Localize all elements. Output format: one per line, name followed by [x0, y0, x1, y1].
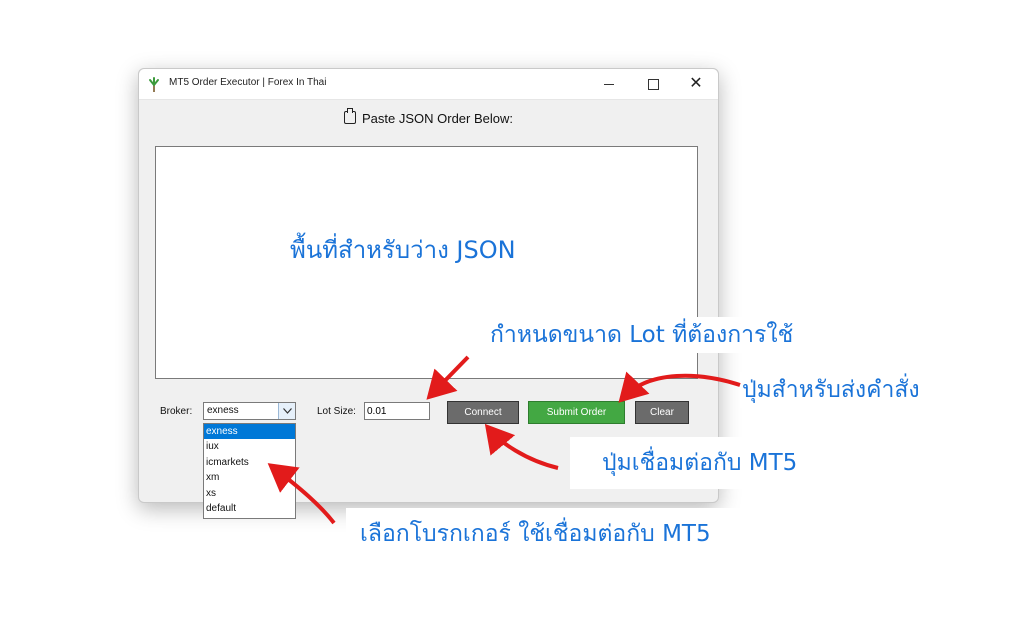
lot-size-label: Lot Size:: [317, 406, 356, 417]
annotation-connect: ปุ่มเชื่อมต่อกับ MT5: [570, 437, 805, 489]
clear-button[interactable]: Clear: [635, 401, 689, 424]
json-section-header: Paste JSON Order Below:: [139, 108, 718, 126]
annotation-lot-size: กำหนดขนาด Lot ที่ต้องการใช้: [488, 317, 796, 353]
broker-option-xs[interactable]: xs: [204, 486, 295, 501]
header-text: Paste JSON Order Below:: [362, 111, 513, 126]
window-title: MT5 Order Executor | Forex In Thai: [169, 77, 327, 88]
minimize-icon: [604, 83, 614, 85]
broker-select[interactable]: exness: [203, 402, 296, 420]
submit-order-button[interactable]: Submit Order: [528, 401, 625, 424]
annotation-json-area: พื้นที่สำหรับว่าง JSON: [290, 236, 516, 264]
close-icon: ✕: [689, 75, 703, 92]
broker-option-iux[interactable]: iux: [204, 439, 295, 454]
close-button[interactable]: ✕: [674, 69, 718, 99]
broker-option-default[interactable]: default: [204, 501, 295, 516]
maximize-icon: [647, 78, 659, 90]
broker-dropdown-toggle[interactable]: [278, 403, 295, 419]
broker-option-xm[interactable]: xm: [204, 470, 295, 485]
minimize-button[interactable]: [587, 69, 631, 99]
annotation-submit: ปุ่มสำหรับส่งคำสั่ง: [740, 372, 922, 408]
broker-selected-value: exness: [207, 405, 239, 416]
broker-label: Broker:: [160, 406, 193, 417]
chevron-down-icon: [282, 408, 292, 414]
lot-size-input[interactable]: [364, 402, 430, 420]
broker-option-icmarkets[interactable]: icmarkets: [204, 455, 295, 470]
title-bar[interactable]: MT5 Order Executor | Forex In Thai ✕: [139, 69, 718, 100]
connect-button[interactable]: Connect: [447, 401, 519, 424]
broker-option-exness[interactable]: exness: [204, 424, 295, 440]
broker-dropdown-list: exness iux icmarkets xm xs default: [203, 423, 296, 519]
maximize-button[interactable]: [631, 69, 675, 99]
app-tree-icon: [149, 77, 159, 92]
clipboard-icon: [344, 108, 356, 124]
annotation-broker: เลือกโบรกเกอร์ ใช้เชื่อมต่อกับ MT5: [346, 508, 798, 560]
